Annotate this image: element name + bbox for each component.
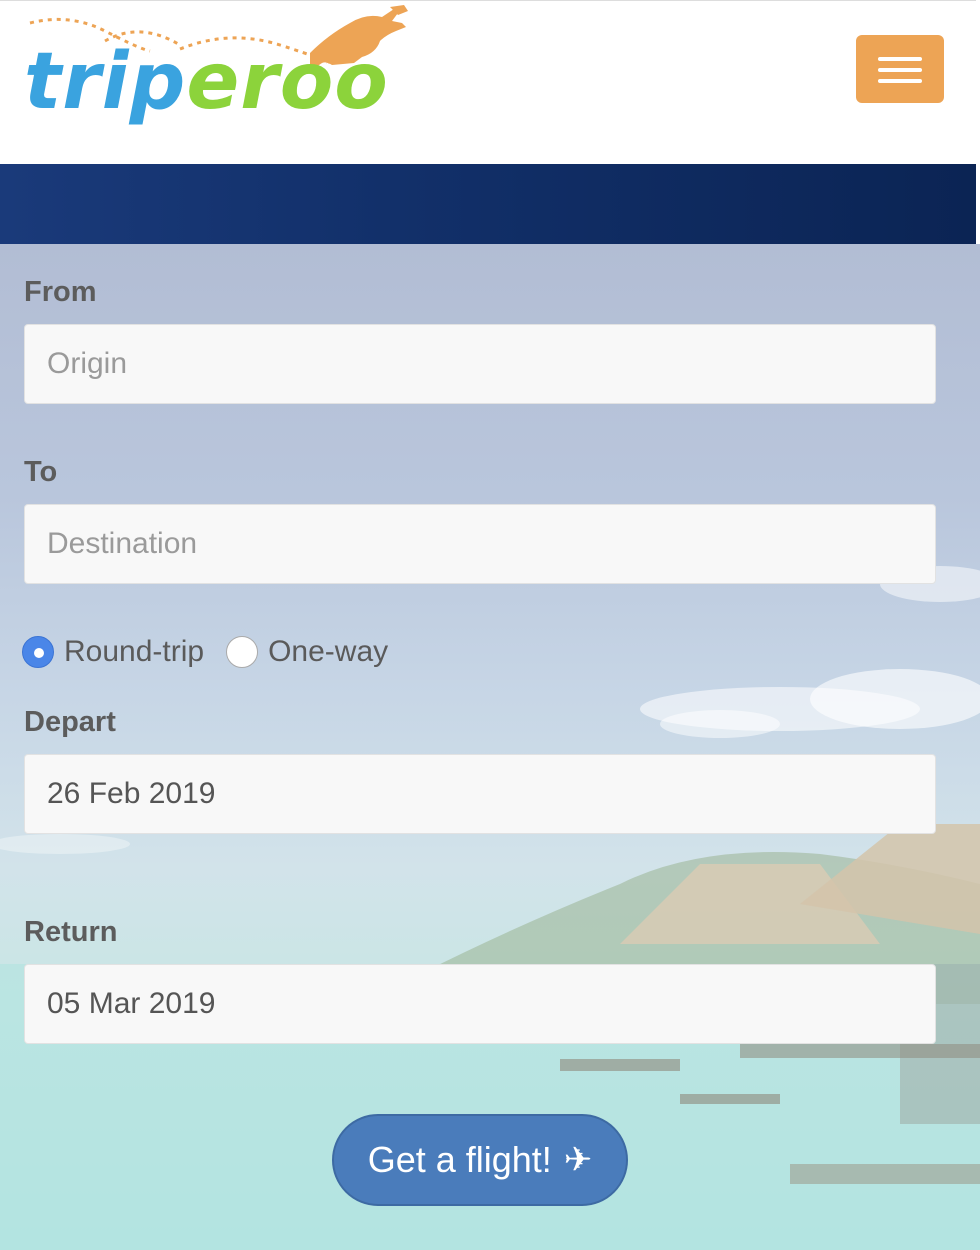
get-flight-label: Get a flight! [367, 1139, 552, 1180]
to-label: To [24, 456, 58, 488]
return-date-input[interactable]: 05 Mar 2019 [24, 964, 936, 1044]
hamburger-icon-bar [878, 57, 922, 61]
plane-icon: ✈ [563, 1141, 593, 1179]
depart-date-input[interactable]: 26 Feb 2019 [24, 754, 936, 834]
depart-label: Depart [24, 706, 116, 738]
one-way-label[interactable]: One-way [268, 635, 388, 669]
logo-word-eroo: eroo [186, 37, 389, 127]
hamburger-icon-bar [878, 79, 922, 83]
triperoo-logo[interactable]: triperoo [10, 1, 430, 141]
return-label: Return [24, 916, 118, 948]
logo-word-trip: trip [24, 37, 187, 127]
hamburger-icon-bar [878, 68, 922, 72]
hero-banner [0, 164, 976, 244]
trip-type-radio-group: Round-trip One-way [22, 632, 410, 672]
origin-input[interactable]: Origin [24, 324, 936, 404]
get-flight-button[interactable]: Get a flight! ✈ [332, 1114, 628, 1206]
destination-input[interactable]: Destination [24, 504, 936, 584]
round-trip-radio[interactable] [22, 636, 54, 668]
site-header: triperoo [0, 0, 976, 164]
one-way-radio[interactable] [226, 636, 259, 668]
from-label: From [24, 276, 97, 308]
round-trip-label[interactable]: Round-trip [64, 635, 204, 669]
menu-toggle-button[interactable] [856, 35, 944, 103]
logo-wordmark: triperoo [24, 43, 389, 121]
